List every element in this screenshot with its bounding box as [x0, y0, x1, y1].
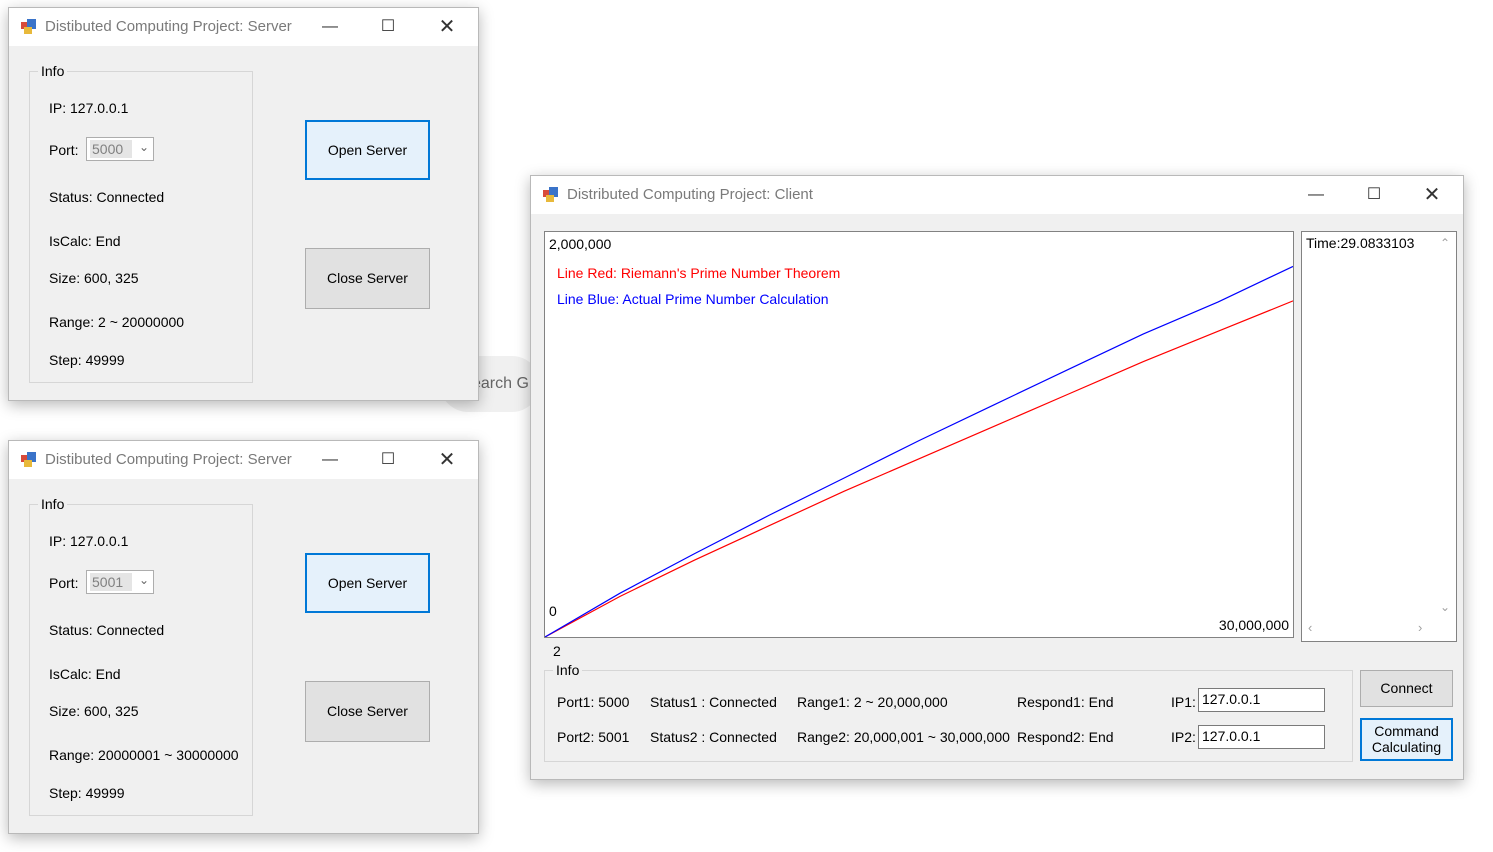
- status-label: Status: Connected: [49, 622, 165, 638]
- iscalc-label: IsCalc: End: [49, 666, 121, 682]
- client-window: Distributed Computing Project: Client — …: [530, 175, 1464, 780]
- time-listbox[interactable]: Time:29.0833103 ⌃ ⌄ ‹ ›: [1301, 231, 1457, 642]
- ip-label: IP: 127.0.0.1: [49, 533, 129, 549]
- range1-label: Range1: 2 ~ 20,000,000: [797, 694, 948, 710]
- server-window-2: Distibuted Computing Project: Server — ☐…: [8, 440, 479, 834]
- close-icon[interactable]: ✕: [424, 8, 470, 46]
- port1-label: Port1: 5000: [557, 694, 630, 710]
- port-label: Port:: [49, 142, 79, 158]
- size-label: Size: 600, 325: [49, 703, 139, 719]
- minimize-icon[interactable]: —: [1293, 176, 1339, 214]
- open-server-button[interactable]: Open Server: [305, 553, 430, 613]
- maximize-icon[interactable]: ☐: [365, 441, 411, 479]
- info-group: Info: [29, 496, 253, 816]
- ip2-field[interactable]: 127.0.0.1: [1198, 725, 1325, 749]
- y-max-label: 2,000,000: [549, 236, 612, 252]
- scroll-down-icon[interactable]: ⌄: [1440, 600, 1450, 614]
- open-server-button[interactable]: Open Server: [305, 120, 430, 180]
- command-label-line2: Calculating: [1371, 739, 1442, 755]
- x-min-label: 2: [553, 643, 561, 659]
- port-select[interactable]: 5000 ⌄: [86, 137, 154, 161]
- range2-label: Range2: 20,000,001 ~ 30,000,000: [797, 729, 1010, 745]
- x-max-label: 30,000,000: [1218, 617, 1289, 633]
- ip2-label: IP2:: [1171, 729, 1196, 745]
- port-value: 5000: [90, 140, 132, 158]
- app-icon: [21, 19, 36, 34]
- chevron-down-icon: ⌄: [138, 140, 149, 154]
- legend-red: Line Red: Riemann's Prime Number Theorem: [557, 265, 841, 281]
- y-min-label: 0: [549, 603, 557, 619]
- title-bar[interactable]: Distibuted Computing Project: Server — ☐…: [9, 441, 478, 479]
- scroll-left-icon[interactable]: ‹: [1308, 620, 1312, 635]
- port-label: Port:: [49, 575, 79, 591]
- close-icon[interactable]: ✕: [1409, 176, 1455, 214]
- command-calculating-button[interactable]: Command Calculating: [1360, 718, 1453, 761]
- status1-label: Status1 : Connected: [650, 694, 777, 710]
- maximize-icon[interactable]: ☐: [365, 8, 411, 46]
- command-label-line1: Command: [1374, 723, 1439, 739]
- close-server-button[interactable]: Close Server: [305, 681, 430, 742]
- ip1-field[interactable]: 127.0.0.1: [1198, 688, 1325, 712]
- group-label: Info: [553, 662, 583, 678]
- step-label: Step: 49999: [49, 352, 125, 368]
- connect-button[interactable]: Connect: [1360, 670, 1453, 707]
- close-icon[interactable]: ✕: [424, 441, 470, 479]
- port-value: 5001: [90, 573, 132, 591]
- maximize-icon[interactable]: ☐: [1351, 176, 1397, 214]
- ip1-label: IP1:: [1171, 694, 1196, 710]
- close-server-button[interactable]: Close Server: [305, 248, 430, 309]
- time-text: Time:29.0833103: [1306, 235, 1415, 251]
- info-group: Info: [29, 63, 253, 383]
- port2-label: Port2: 5001: [557, 729, 630, 745]
- app-icon: [21, 452, 36, 467]
- respond1-label: Respond1: End: [1017, 694, 1114, 710]
- scroll-up-icon[interactable]: ⌃: [1440, 236, 1450, 250]
- port-select[interactable]: 5001 ⌄: [86, 570, 154, 594]
- legend-blue: Line Blue: Actual Prime Number Calculati…: [557, 291, 829, 307]
- status2-label: Status2 : Connected: [650, 729, 777, 745]
- respond2-label: Respond2: End: [1017, 729, 1114, 745]
- server-window-1: Distibuted Computing Project: Server — ☐…: [8, 7, 479, 401]
- minimize-icon[interactable]: —: [307, 441, 353, 479]
- status-label: Status: Connected: [49, 189, 165, 205]
- minimize-icon[interactable]: —: [307, 8, 353, 46]
- title-bar[interactable]: Distributed Computing Project: Client — …: [531, 176, 1463, 214]
- range-label: Range: 2 ~ 20000000: [49, 314, 185, 330]
- group-label: Info: [38, 63, 68, 79]
- scroll-right-icon[interactable]: ›: [1418, 620, 1422, 635]
- group-label: Info: [38, 496, 68, 512]
- chevron-down-icon: ⌄: [138, 573, 149, 587]
- ip-label: IP: 127.0.0.1: [49, 100, 129, 116]
- series-line-blue: [545, 265, 1293, 637]
- window-title: Distibuted Computing Project: Server: [45, 451, 292, 468]
- series-line-red: [545, 300, 1293, 637]
- size-label: Size: 600, 325: [49, 270, 139, 286]
- iscalc-label: IsCalc: End: [49, 233, 121, 249]
- step-label: Step: 49999: [49, 785, 125, 801]
- window-title: Distributed Computing Project: Client: [567, 186, 813, 203]
- app-icon: [543, 187, 558, 202]
- chart-panel: 2,000,000 Line Red: Riemann's Prime Numb…: [544, 231, 1294, 638]
- range-label: Range: 20000001 ~ 30000000: [49, 747, 239, 763]
- title-bar[interactable]: Distibuted Computing Project: Server — ☐…: [9, 8, 478, 46]
- window-title: Distibuted Computing Project: Server: [45, 18, 292, 35]
